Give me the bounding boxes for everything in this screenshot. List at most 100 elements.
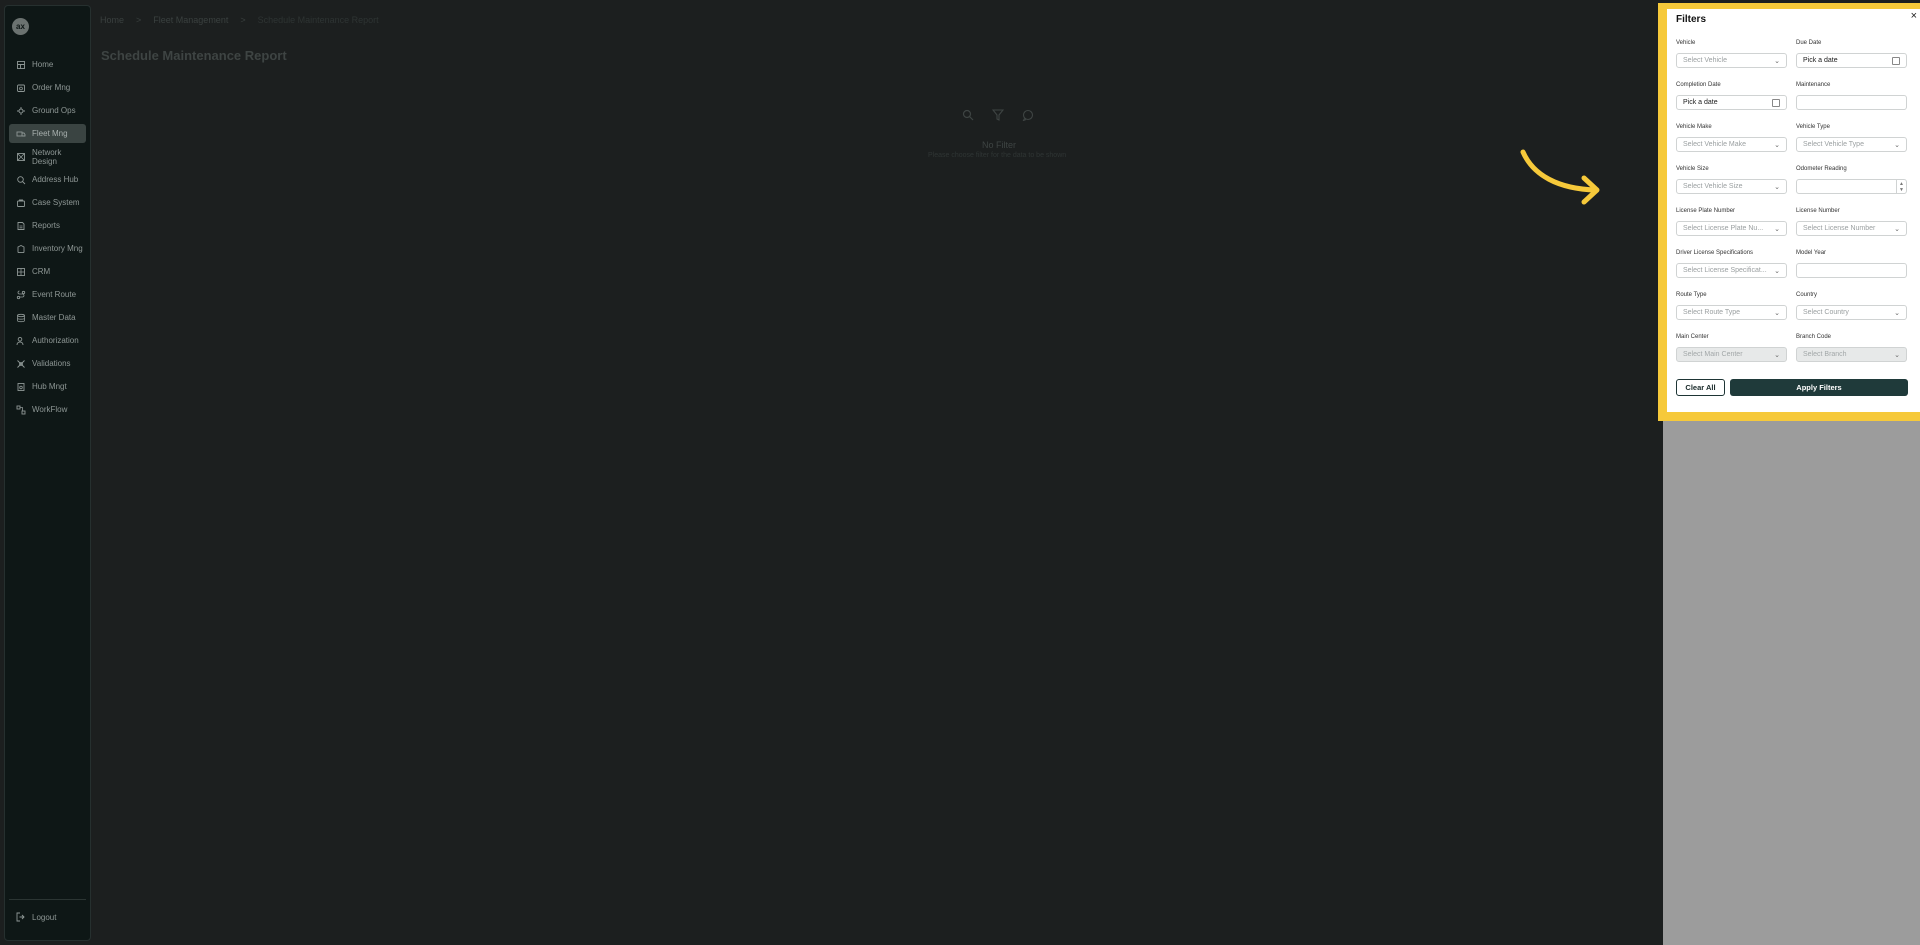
sidebar-item-order-mng[interactable]: Order Mng <box>9 78 86 97</box>
select-placeholder: Select License Specificat... <box>1683 267 1767 274</box>
country-select[interactable]: Select Country ⌄ <box>1796 305 1907 320</box>
field-label: Vehicle Make <box>1676 124 1712 130</box>
search-icon <box>962 109 974 121</box>
license-plate-select[interactable]: Select License Plate Nu... ⌄ <box>1676 221 1787 236</box>
order-icon <box>16 83 26 93</box>
sidebar-item-label: CRM <box>32 267 51 276</box>
select-placeholder: Select Country <box>1803 309 1849 316</box>
sidebar-item-label: Case System <box>32 198 80 207</box>
field-label: Due Date <box>1796 40 1822 46</box>
branch-code-select[interactable]: Select Branch ⌄ <box>1796 347 1907 362</box>
main-center-select[interactable]: Select Main Center ⌄ <box>1676 347 1787 362</box>
logout-button[interactable]: Logout <box>16 912 56 922</box>
chevron-down-icon: ⌄ <box>1774 141 1780 149</box>
sidebar-item-workflow[interactable]: WorkFlow <box>9 400 86 419</box>
clear-all-button[interactable]: Clear All <box>1676 379 1725 396</box>
chevron-down-icon: ⌄ <box>1774 351 1780 359</box>
workflow-icon <box>16 405 26 415</box>
select-placeholder: Select Route Type <box>1683 309 1741 316</box>
filter-icon <box>992 109 1004 121</box>
chevron-down-icon: ⌄ <box>1774 225 1780 233</box>
filters-panel: × Filters Vehicle Select Vehicle ⌄ Due Da… <box>1667 9 1920 412</box>
vehicle-make-select[interactable]: Select Vehicle Make ⌄ <box>1676 137 1787 152</box>
vehicle-size-select[interactable]: Select Vehicle Size ⌄ <box>1676 179 1787 194</box>
close-icon[interactable]: × <box>1911 10 1917 22</box>
maintenance-input[interactable] <box>1796 95 1907 110</box>
sidebar-item-label: Home <box>32 60 54 69</box>
sidebar-item-fleet-mng[interactable]: Fleet Mng <box>9 124 86 143</box>
field-label: Vehicle <box>1676 40 1696 46</box>
validation-icon <box>16 359 26 369</box>
select-placeholder: Select Vehicle <box>1683 57 1727 64</box>
chevron-down-icon[interactable]: ▼ <box>1899 187 1904 193</box>
field-label: Branch Code <box>1796 334 1832 340</box>
country-field: Country Select Country ⌄ <box>1796 292 1907 320</box>
vehicle-type-select[interactable]: Select Vehicle Type ⌄ <box>1796 137 1907 152</box>
select-placeholder: Select License Plate Nu... <box>1683 225 1764 232</box>
app-logo[interactable]: ax <box>12 18 29 35</box>
date-placeholder: Pick a date <box>1803 57 1838 64</box>
chevron-down-icon: ⌄ <box>1774 267 1780 275</box>
breadcrumb-home[interactable]: Home <box>100 15 124 25</box>
license-number-select[interactable]: Select License Number ⌄ <box>1796 221 1907 236</box>
due-date-picker[interactable]: Pick a date <box>1796 53 1907 68</box>
sidebar-item-label: Inventory Mng <box>32 244 83 253</box>
case-icon <box>16 198 26 208</box>
breadcrumb-section[interactable]: Fleet Management <box>153 15 228 25</box>
arrow-annotation-icon <box>1520 149 1600 205</box>
select-placeholder: Select Main Center <box>1683 351 1743 358</box>
odometer-input[interactable]: ▲ ▼ <box>1796 179 1907 194</box>
driver-license-field: Driver License Specifications Select Lic… <box>1676 250 1787 278</box>
field-label: License Plate Number <box>1676 208 1736 214</box>
sidebar-nav: Home Order Mng Ground Ops Fleet Mng Network … <box>5 55 90 423</box>
sidebar-item-address-hub[interactable]: Address Hub <box>9 170 86 189</box>
user-key-icon <box>16 336 26 346</box>
sidebar-item-home[interactable]: Home <box>9 55 86 74</box>
sidebar-item-event-route[interactable]: Event Route <box>9 285 86 304</box>
breadcrumb-separator: > <box>136 15 142 25</box>
sidebar-item-validations[interactable]: Validations <box>9 354 86 373</box>
ground-ops-icon <box>16 106 26 116</box>
sidebar-item-label: Network Design <box>32 147 62 166</box>
background-block <box>1663 421 1920 945</box>
due-date-field: Due Date Pick a date <box>1796 40 1907 68</box>
sidebar-item-crm[interactable]: CRM <box>9 262 86 281</box>
field-label: Completion Date <box>1676 82 1721 88</box>
sidebar-item-inventory-mng[interactable]: Inventory Mng <box>9 239 86 258</box>
apply-filters-button[interactable]: Apply Filters <box>1730 379 1908 396</box>
sidebar-item-label: Master Data <box>32 313 76 322</box>
vehicle-make-field: Vehicle Make Select Vehicle Make ⌄ <box>1676 124 1787 152</box>
sidebar-item-master-data[interactable]: Master Data <box>9 308 86 327</box>
chevron-down-icon: ⌄ <box>1774 183 1780 191</box>
odometer-field: Odometer Reading ▲ ▼ <box>1796 166 1907 194</box>
route-type-field: Route Type Select Route Type ⌄ <box>1676 292 1787 320</box>
model-year-input[interactable] <box>1796 263 1907 278</box>
field-label: Route Type <box>1676 292 1707 298</box>
vehicle-field: Vehicle Select Vehicle ⌄ <box>1676 40 1787 68</box>
driver-license-select[interactable]: Select License Specificat... ⌄ <box>1676 263 1787 278</box>
inventory-icon <box>16 244 26 254</box>
sidebar-item-reports[interactable]: Reports <box>9 216 86 235</box>
sidebar-item-label: Authorization <box>32 336 79 345</box>
chevron-down-icon: ⌄ <box>1774 309 1780 317</box>
sidebar-item-authorization[interactable]: Authorization <box>9 331 86 350</box>
vehicle-size-field: Vehicle Size Select Vehicle Size ⌄ <box>1676 166 1787 194</box>
sidebar-divider <box>9 899 86 900</box>
field-label: Driver License Specifications <box>1676 250 1754 256</box>
route-type-select[interactable]: Select Route Type ⌄ <box>1676 305 1787 320</box>
branch-code-field: Branch Code Select Branch ⌄ <box>1796 334 1907 362</box>
sidebar-item-hub-mngt[interactable]: Hub Mngt <box>9 377 86 396</box>
sidebar-item-network-design[interactable]: Network Design <box>9 147 86 166</box>
sidebar-item-case-system[interactable]: Case System <box>9 193 86 212</box>
sidebar-item-label: Hub Mngt <box>32 382 67 391</box>
sidebar-item-ground-ops[interactable]: Ground Ops <box>9 101 86 120</box>
chat-icon <box>1022 109 1034 121</box>
select-placeholder: Select Vehicle Size <box>1683 183 1743 190</box>
sidebar-item-label: Validations <box>32 359 71 368</box>
field-label: Maintenance <box>1796 82 1831 88</box>
vehicle-select[interactable]: Select Vehicle ⌄ <box>1676 53 1787 68</box>
empty-state-icons <box>962 109 1034 121</box>
completion-date-picker[interactable]: Pick a date <box>1676 95 1787 110</box>
number-stepper[interactable]: ▲ ▼ <box>1896 180 1906 193</box>
logout-label: Logout <box>32 912 57 922</box>
